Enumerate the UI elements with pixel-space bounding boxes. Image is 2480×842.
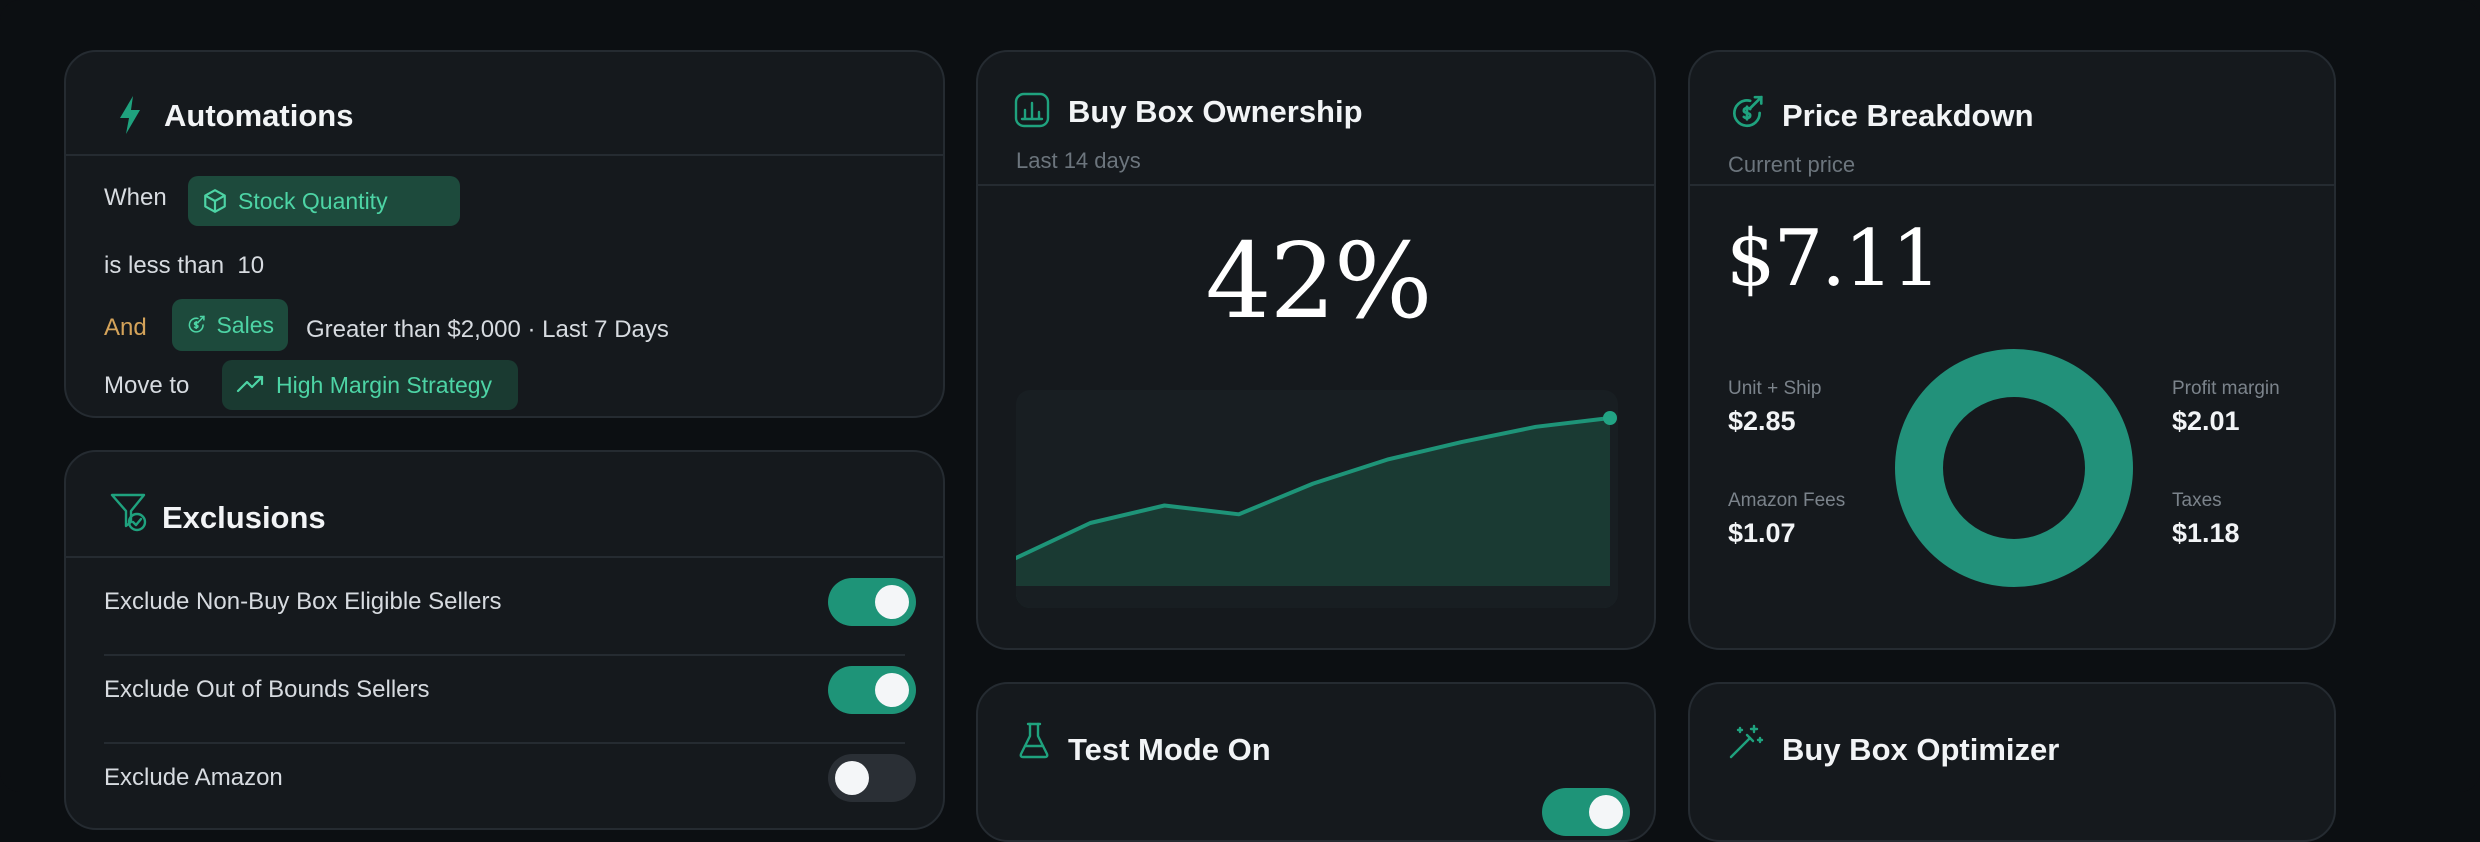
price-breakdown-subtitle: Current price — [1728, 152, 1856, 177]
sales-chip-label: Sales — [216, 311, 274, 338]
taxes-value: $1.18 — [2172, 518, 2240, 548]
stock-quantity-chip[interactable]: Stock Quantity — [188, 176, 460, 226]
amazon-fees-label: Amazon Fees — [1728, 490, 1846, 511]
ownership-trend-chart — [1016, 390, 1618, 608]
sales-condition: Greater than $2,000 · Last 7 Days — [306, 316, 669, 343]
exclusion-toggle-out-of-bounds[interactable] — [828, 666, 916, 714]
dollar-refresh-icon — [188, 315, 205, 333]
magic-wand-icon — [1729, 724, 1764, 759]
amazon-fees-value: $1.07 — [1728, 518, 1796, 548]
unit-ship-value: $2.85 — [1728, 406, 1796, 436]
test-mode-title: Test Mode On — [1068, 732, 1271, 767]
stock-quantity-chip-label: Stock Quantity — [238, 187, 388, 214]
exclusions-title: Exclusions — [162, 500, 326, 535]
strategy-chip-label: High Margin Strategy — [276, 371, 493, 398]
strategy-chip[interactable]: High Margin Strategy — [222, 360, 518, 410]
exclusions-card: Exclusions Exclude Non-Buy Box Eligible … — [64, 450, 945, 830]
test-mode-card: Test Mode On — [976, 682, 1656, 842]
bolt-icon — [120, 96, 140, 134]
buybox-ownership-subtitle: Last 14 days — [1016, 148, 1141, 173]
condition-label: is less than — [104, 252, 225, 279]
filter-check-icon — [110, 493, 147, 532]
exclusion-toggle-non-buybox[interactable] — [828, 578, 916, 626]
and-label: And — [104, 314, 147, 341]
taxes-label: Taxes — [2172, 490, 2222, 511]
exclusion-item-label: Exclude Non-Buy Box Eligible Sellers — [104, 588, 502, 615]
buybox-ownership-percent: 42% — [1205, 220, 1432, 342]
exclusion-item-label: Exclude Amazon — [104, 764, 283, 791]
dollar-refresh-icon — [1732, 95, 1763, 128]
automations-card: Automations When Stock Quantity is less … — [64, 50, 945, 418]
when-label: When — [104, 184, 167, 211]
buybox-ownership-card: Buy Box Ownership Last 14 days 42% — [976, 50, 1656, 650]
unit-ship-label: Unit + Ship — [1728, 378, 1822, 399]
optimizer-card: Buy Box Optimizer — [1688, 682, 2336, 842]
trending-up-icon — [236, 375, 264, 393]
current-price: $7.11 — [1726, 214, 1941, 304]
box-icon — [204, 189, 226, 213]
condition-value: 10 — [237, 252, 265, 279]
buybox-ownership-title: Buy Box Ownership — [1068, 94, 1363, 129]
automations-title: Automations — [164, 98, 354, 133]
profit-margin-value: $2.01 — [2172, 406, 2240, 436]
flask-icon — [1019, 722, 1049, 759]
move-to-label: Move to — [104, 372, 190, 399]
exclusion-item-label: Exclude Out of Bounds Sellers — [104, 676, 430, 703]
condition-text: is less than 10 — [104, 252, 264, 280]
price-breakdown-card: Price Breakdown Current price $7.11 Unit… — [1688, 50, 2336, 650]
profit-margin-label: Profit margin — [2172, 378, 2280, 399]
price-breakdown-title: Price Breakdown — [1782, 98, 2034, 133]
optimizer-title: Buy Box Optimizer — [1782, 732, 2060, 767]
exclusion-toggle-amazon[interactable] — [828, 754, 916, 802]
bar-chart-icon — [1014, 92, 1050, 128]
trend-endpoint — [1603, 411, 1617, 425]
sales-chip[interactable]: Sales — [172, 299, 288, 351]
price-donut-chart — [1895, 349, 2133, 587]
test-mode-toggle[interactable] — [1542, 788, 1630, 836]
